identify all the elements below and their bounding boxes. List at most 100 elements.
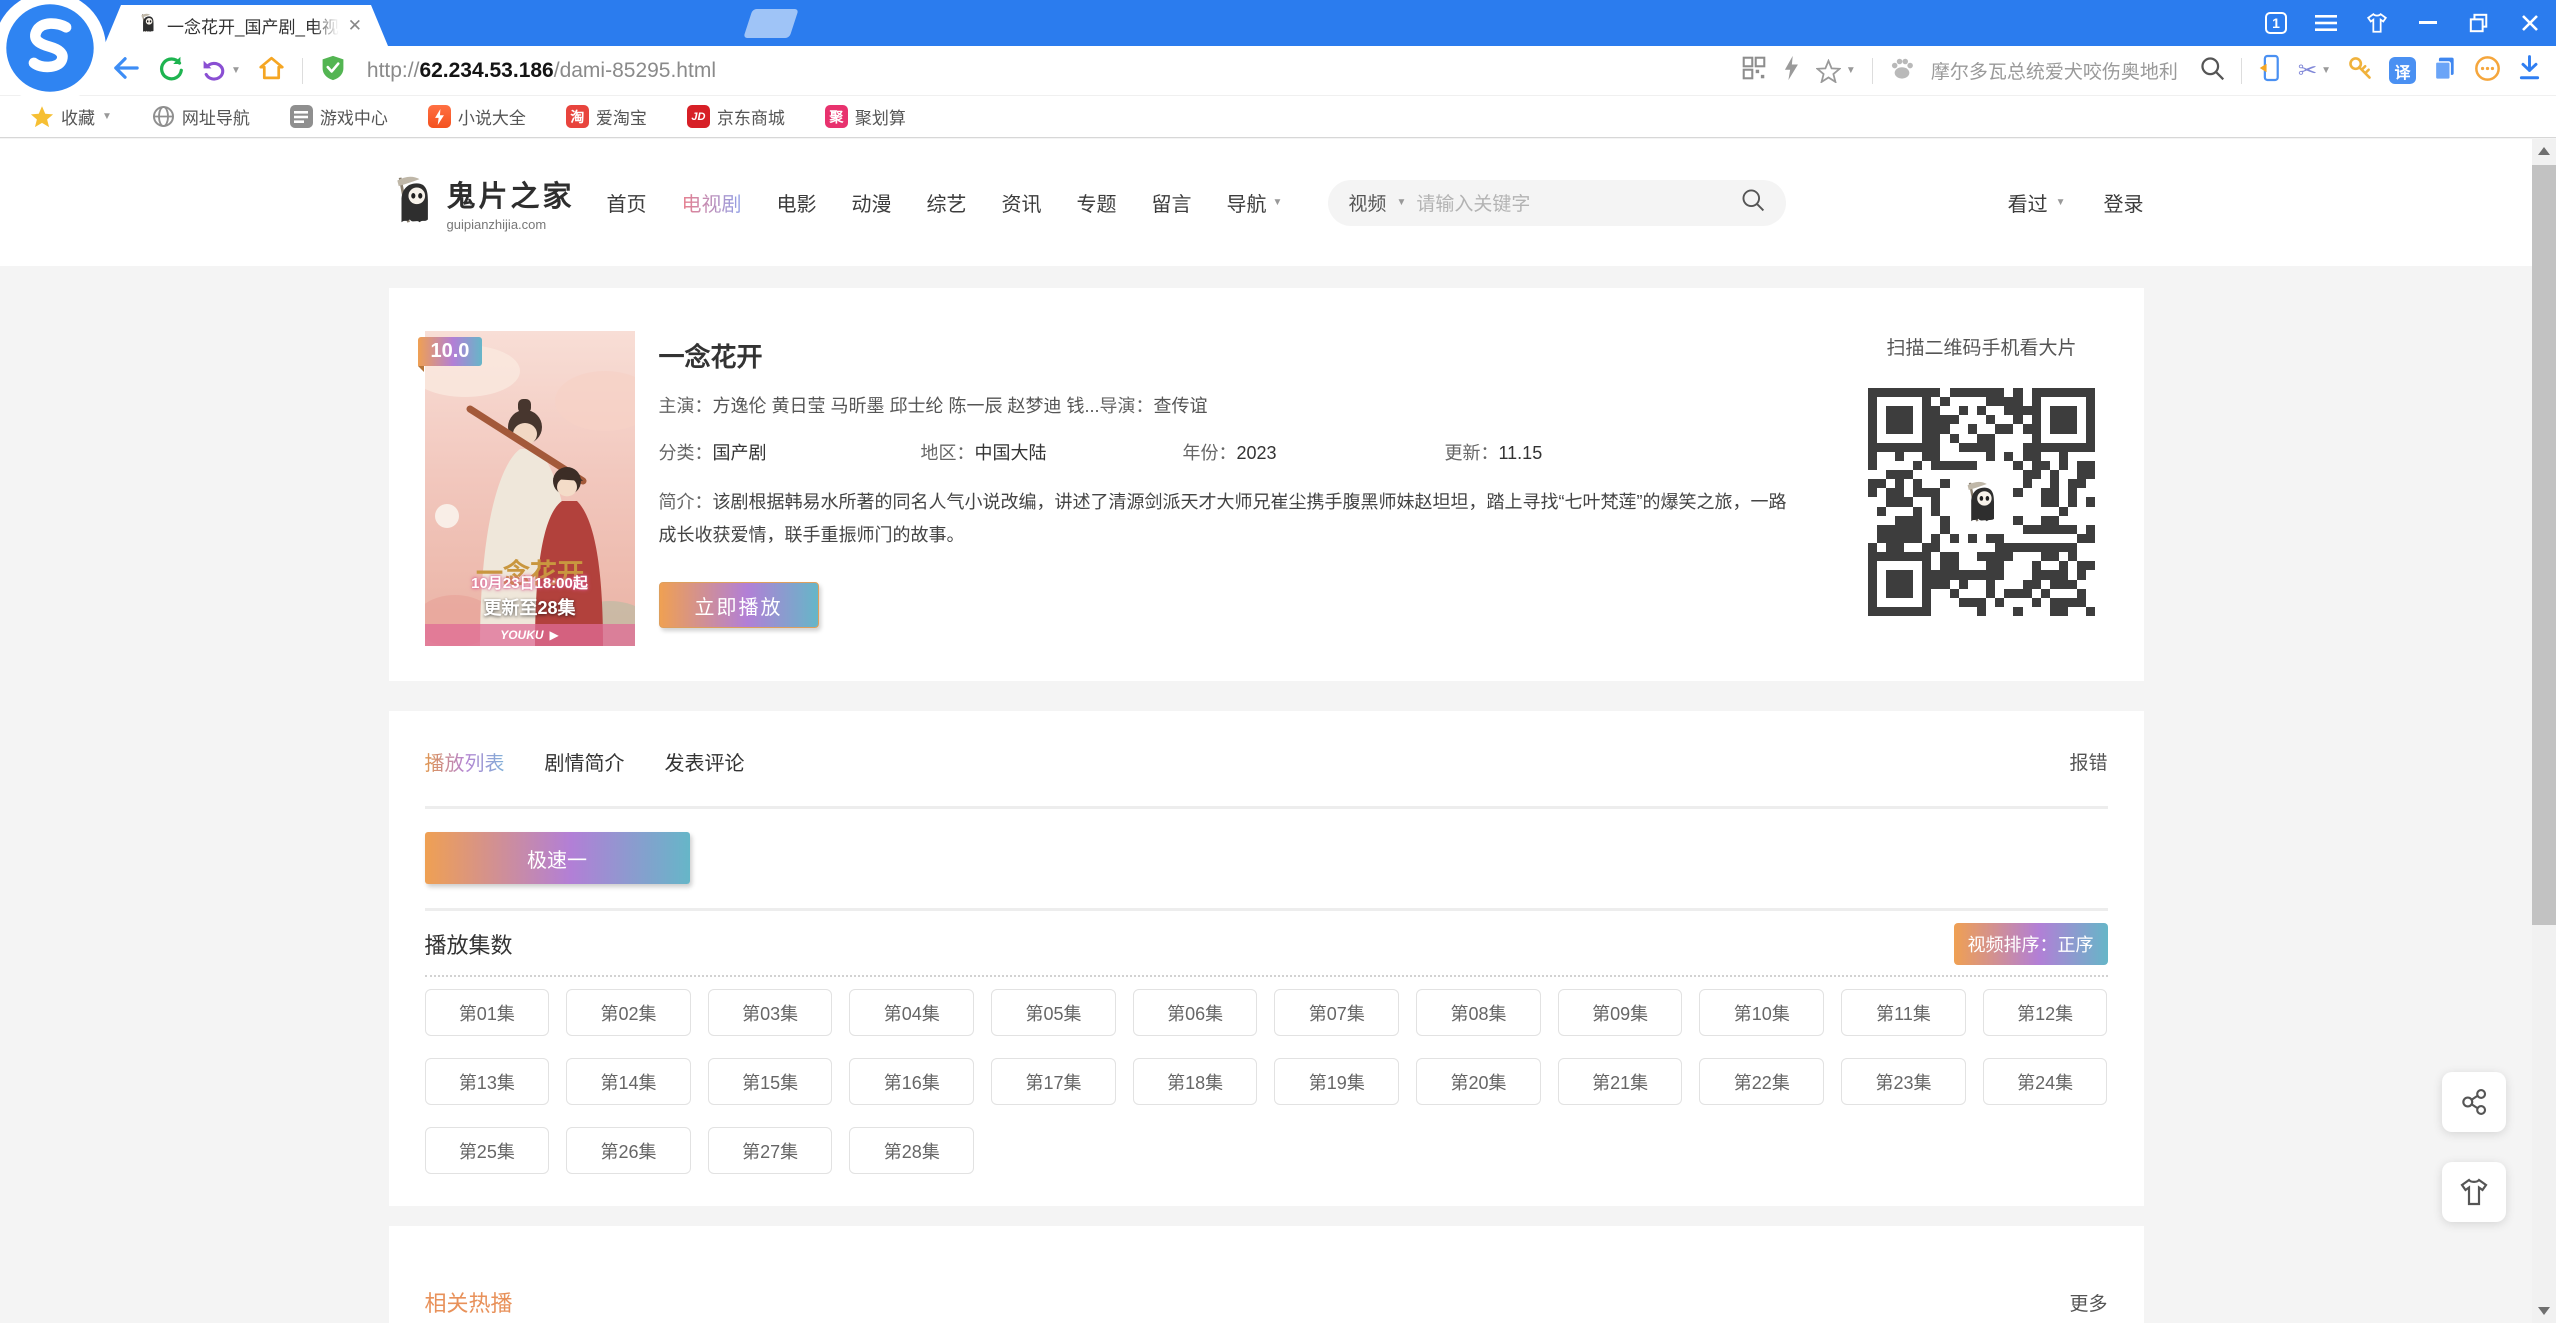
episode-button[interactable]: 第18集 [1133, 1058, 1258, 1105]
download-icon[interactable] [2517, 55, 2542, 86]
tab-close-icon[interactable]: ✕ [348, 16, 362, 36]
minimize-icon[interactable] [2416, 11, 2440, 35]
search-category-select[interactable]: 视频 [1348, 189, 1386, 216]
episode-button[interactable]: 第09集 [1558, 989, 1683, 1036]
scroll-down-arrow-icon[interactable] [2538, 1307, 2550, 1315]
bookmark-game-center[interactable]: 游戏中心 [290, 104, 388, 129]
episode-button[interactable]: 第06集 [1133, 989, 1258, 1036]
sogou-browser-logo-icon[interactable] [0, 0, 106, 104]
nav-item-links[interactable]: 导航▼ [1227, 188, 1283, 217]
new-tab-button[interactable] [743, 9, 798, 38]
restore-icon[interactable] [2467, 11, 2491, 35]
translate-icon[interactable]: 译 [2389, 57, 2416, 84]
scrollbar-thumb[interactable] [2532, 165, 2556, 925]
watched-history-button[interactable]: 看过▼ [2008, 188, 2066, 217]
nav-item-message[interactable]: 留言 [1152, 188, 1192, 217]
more-button[interactable]: 更多 [2069, 1289, 2107, 1316]
bookmark-taobao[interactable]: 淘爱淘宝 [566, 104, 647, 129]
login-button[interactable]: 登录 [2104, 188, 2144, 217]
bookmark-favorites[interactable]: 收藏▼ [30, 104, 112, 129]
episode-button[interactable]: 第05集 [991, 989, 1116, 1036]
undo-icon[interactable]: ▼ [201, 58, 241, 84]
category-value[interactable]: 国产剧 [713, 443, 767, 463]
episode-button[interactable]: 第23集 [1841, 1058, 1966, 1105]
episode-button[interactable]: 第21集 [1558, 1058, 1683, 1105]
close-icon[interactable] [2518, 11, 2542, 35]
episode-button[interactable]: 第04集 [849, 989, 974, 1036]
browser-tab[interactable]: 一念花开_国产剧_电视剧 ✕ [104, 5, 388, 46]
episode-button[interactable]: 第20集 [1416, 1058, 1541, 1105]
episode-button[interactable]: 第17集 [991, 1058, 1116, 1105]
episode-button[interactable]: 第15集 [708, 1058, 833, 1105]
episode-button[interactable]: 第28集 [849, 1127, 974, 1174]
favorite-caret-icon[interactable]: ▼ [1846, 65, 1856, 76]
episode-button[interactable]: 第27集 [708, 1127, 833, 1174]
share-button[interactable] [2442, 1072, 2506, 1132]
episode-button[interactable]: 第08集 [1416, 989, 1541, 1036]
screenshot-scissors-icon[interactable]: ✂▼ [2298, 59, 2331, 82]
scissors-caret-icon[interactable]: ▼ [2321, 65, 2331, 76]
episode-button[interactable]: 第13集 [425, 1058, 550, 1105]
episode-button[interactable]: 第12集 [1983, 989, 2108, 1036]
episode-button[interactable]: 第16集 [849, 1058, 974, 1105]
bookmark-novels[interactable]: 小说大全 [428, 104, 526, 129]
episode-button[interactable]: 第02集 [566, 989, 691, 1036]
search-category-caret-icon[interactable]: ▼ [1396, 197, 1406, 208]
episode-button[interactable]: 第19集 [1274, 1058, 1399, 1105]
search-icon[interactable] [2199, 55, 2225, 86]
send-to-phone-icon[interactable] [2258, 54, 2282, 87]
tab-plot-summary[interactable]: 剧情简介 [545, 747, 625, 776]
year-value[interactable]: 2023 [1237, 443, 1277, 463]
episode-button[interactable]: 第25集 [425, 1127, 550, 1174]
episode-button[interactable]: 第26集 [566, 1127, 691, 1174]
search-input[interactable]: 请输入关键字 [1416, 189, 1730, 216]
site-logo[interactable]: 鬼片之家 guipianzhijia.com [389, 172, 575, 233]
undo-caret-icon[interactable]: ▼ [231, 65, 241, 76]
refresh-icon[interactable] [157, 55, 184, 87]
security-shield-icon[interactable] [320, 54, 346, 87]
nav-item-anime[interactable]: 动漫 [852, 188, 892, 217]
tab-comments[interactable]: 发表评论 [665, 747, 745, 776]
nav-item-topics[interactable]: 专题 [1077, 188, 1117, 217]
skin-button[interactable] [2442, 1162, 2506, 1222]
favorites-caret-icon[interactable]: ▼ [102, 111, 112, 122]
more-tools-icon[interactable] [2474, 55, 2501, 87]
skin-theme-icon[interactable] [2365, 11, 2389, 35]
bookmark-nav-site[interactable]: 网址导航 [152, 104, 250, 129]
site-search[interactable]: 视频 ▼ 请输入关键字 [1328, 180, 1786, 226]
menu-icon[interactable] [2314, 11, 2338, 35]
site-search-icon[interactable] [1740, 187, 1766, 218]
nav-item-tv-series[interactable]: 电视剧 [682, 188, 742, 217]
episode-button[interactable]: 第01集 [425, 989, 550, 1036]
episode-button[interactable]: 第11集 [1841, 989, 1966, 1036]
episode-button[interactable]: 第07集 [1274, 989, 1399, 1036]
episode-button[interactable]: 第14集 [566, 1058, 691, 1105]
nav-item-variety[interactable]: 综艺 [927, 188, 967, 217]
episode-button[interactable]: 第22集 [1699, 1058, 1824, 1105]
scroll-up-arrow-icon[interactable] [2538, 147, 2550, 155]
play-now-button[interactable]: 立即播放 [659, 582, 819, 628]
bookmark-juhuasuan[interactable]: 聚聚划算 [825, 104, 906, 129]
source-button[interactable]: 极速一 [425, 832, 690, 884]
tab-count-badge[interactable]: 1 [2265, 12, 2287, 34]
flash-boost-icon[interactable] [1782, 55, 1800, 86]
bookmark-jd[interactable]: JD京东商城 [687, 104, 785, 129]
address-bar[interactable]: http://62.234.53.186/dami-85295.html [367, 59, 716, 83]
nav-item-home[interactable]: 首页 [607, 188, 647, 217]
collection-pages-icon[interactable] [2432, 55, 2458, 86]
qr-scan-icon[interactable] [1742, 56, 1766, 85]
nav-item-news[interactable]: 资讯 [1002, 188, 1042, 217]
report-error-button[interactable]: 报错 [2069, 748, 2107, 775]
episode-button[interactable]: 第10集 [1699, 989, 1824, 1036]
scrollbar[interactable] [2532, 139, 2556, 1323]
episode-button[interactable]: 第03集 [708, 989, 833, 1036]
region-value[interactable]: 中国大陆 [975, 443, 1047, 463]
sort-order-button[interactable]: 视频排序：正序 [1954, 923, 2108, 965]
password-key-icon[interactable] [2347, 55, 2373, 86]
nav-item-movies[interactable]: 电影 [777, 188, 817, 217]
quick-search-input[interactable]: 摩尔多瓦总统爱犬咬伤奥地利 [1931, 57, 2183, 84]
favorite-star-icon[interactable]: ▼ [1816, 59, 1856, 83]
director-name[interactable]: 查传谊 [1154, 396, 1208, 416]
back-icon[interactable] [112, 55, 140, 86]
cast-names[interactable]: 方逸伦 黄日莹 马昕墨 邱士纶 陈一辰 赵梦迪 钱... [713, 396, 1100, 416]
